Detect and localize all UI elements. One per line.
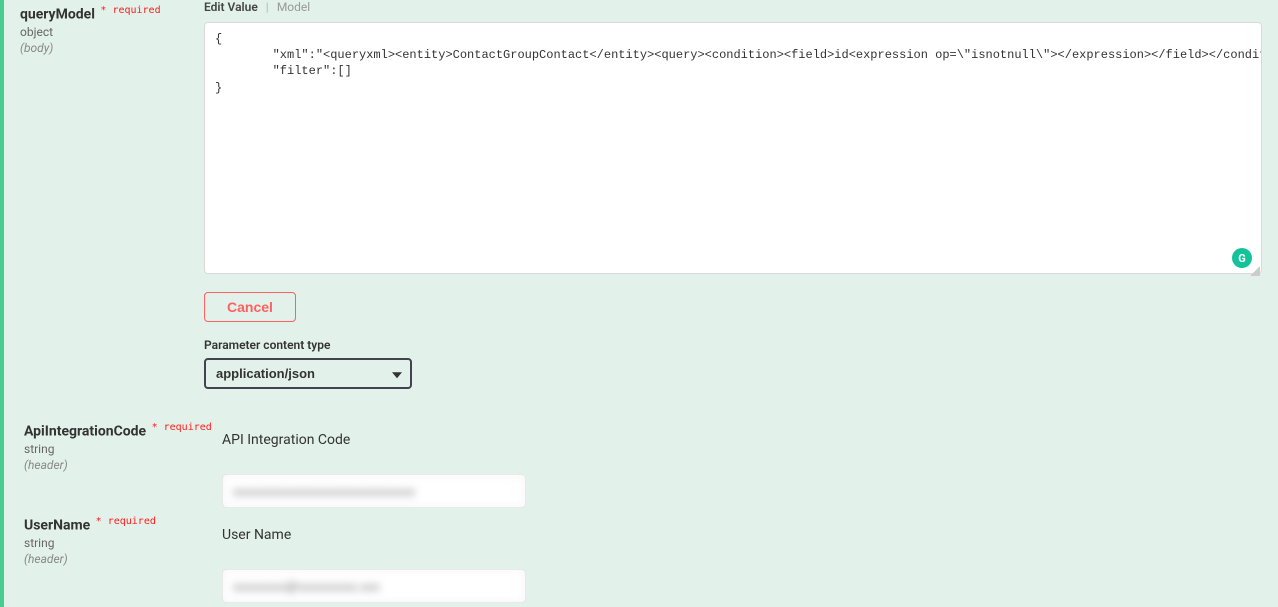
editor-tabs: Edit Value|Model <box>204 0 1262 14</box>
body-editor-wrap: G <box>204 22 1262 278</box>
param-name: UserName <box>24 518 90 534</box>
param-type: object <box>20 25 204 39</box>
param-type: string <box>24 442 212 456</box>
param-type: string <box>24 536 156 550</box>
cancel-button[interactable]: Cancel <box>204 292 296 322</box>
api-integration-code-field: API Integration Code <box>222 432 526 508</box>
username-input[interactable] <box>222 569 526 603</box>
content-type-label: Parameter content type <box>204 338 1262 352</box>
username-field: User Name <box>222 527 526 603</box>
api-integration-code-input[interactable] <box>222 474 526 508</box>
tab-model[interactable]: Model <box>277 0 318 14</box>
field-label: API Integration Code <box>222 432 526 448</box>
resize-handle-icon[interactable] <box>1250 266 1260 276</box>
content-type-select-wrap: application/json <box>204 358 412 389</box>
field-label: User Name <box>222 527 526 543</box>
required-marker: required <box>100 5 160 16</box>
param-in: (header) <box>24 552 156 566</box>
param-username: UserName required string (header) <box>24 516 156 566</box>
param-querymodel: queryModel required object (body) <box>20 5 204 55</box>
param-in: (body) <box>20 41 204 55</box>
content-type-select[interactable]: application/json <box>204 358 412 389</box>
tab-edit-value[interactable]: Edit Value <box>204 0 266 14</box>
body-editor-textarea[interactable] <box>204 22 1262 274</box>
param-name: ApiIntegrationCode <box>24 424 146 440</box>
param-name: queryModel <box>20 7 95 23</box>
required-marker: required <box>152 422 212 433</box>
param-apiintegrationcode: ApiIntegrationCode required string (head… <box>24 422 212 472</box>
param-in: (header) <box>24 458 212 472</box>
required-marker: required <box>96 516 156 527</box>
grammarly-icon[interactable]: G <box>1232 248 1252 268</box>
